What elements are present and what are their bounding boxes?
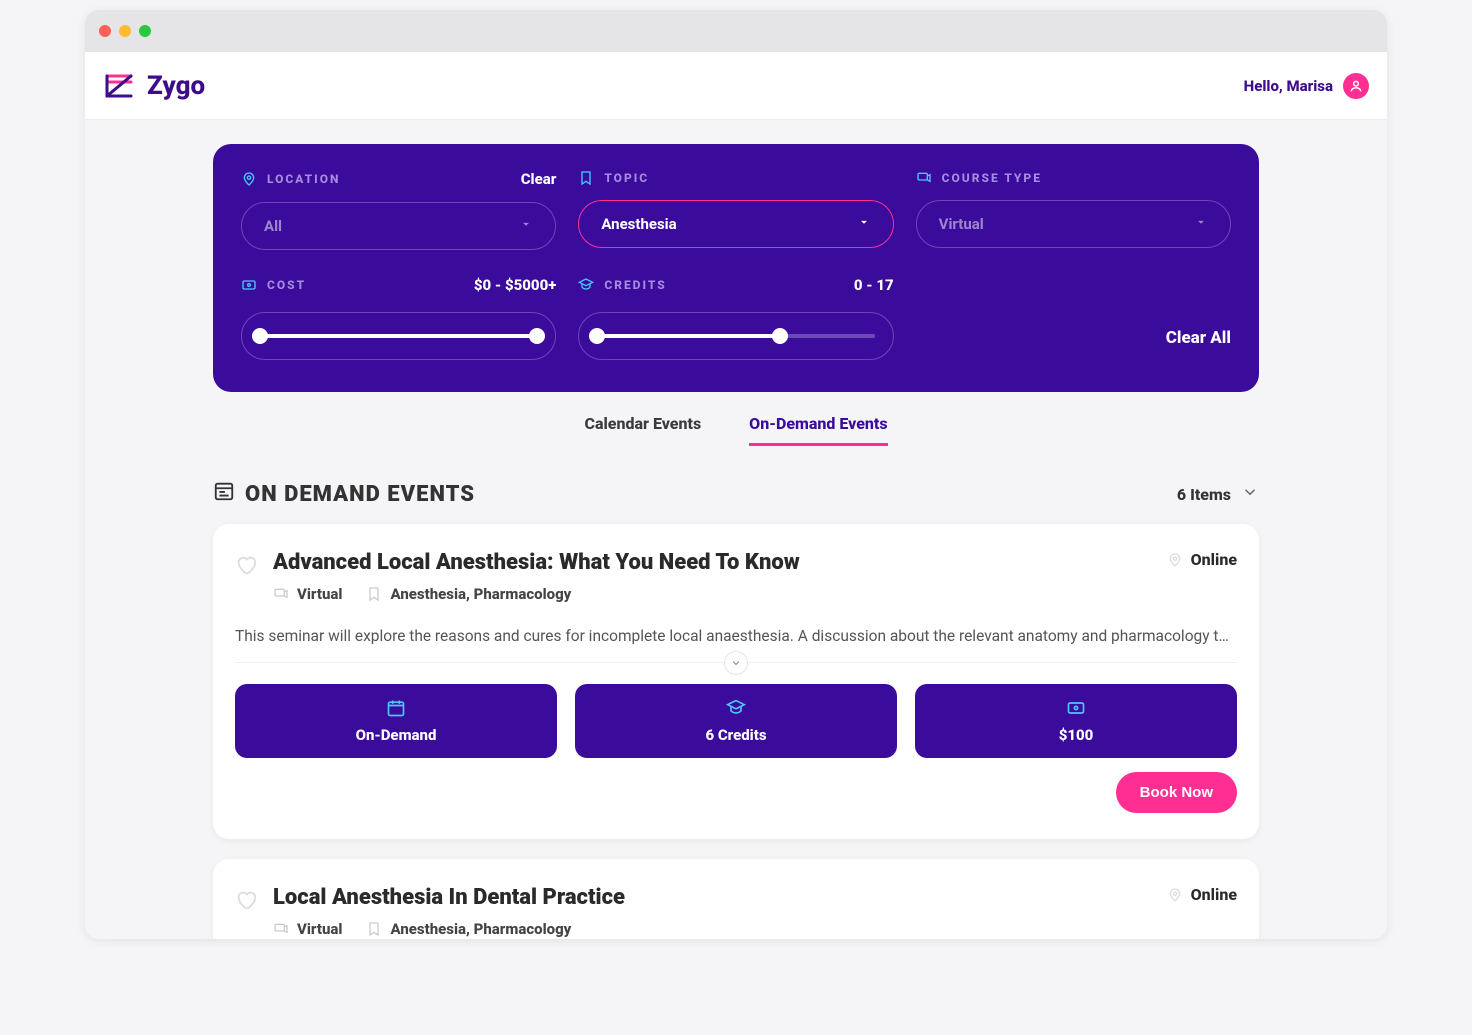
topic-select-value: Anesthesia — [601, 215, 676, 233]
clear-location-button[interactable]: Clear — [521, 170, 557, 188]
cost-slider[interactable] — [241, 312, 556, 360]
money-icon — [1066, 698, 1086, 718]
event-format: Virtual — [297, 585, 342, 603]
location-select-value: All — [264, 217, 282, 235]
location-icon — [1167, 552, 1183, 568]
book-now-button[interactable]: Book Now — [1116, 772, 1237, 813]
favorite-button[interactable] — [235, 889, 257, 911]
pill-credits-text: 6 Credits — [705, 726, 766, 744]
filter-cost-label: COST — [267, 278, 306, 292]
chevron-down-icon — [857, 215, 871, 233]
topic-select[interactable]: Anesthesia — [578, 200, 893, 248]
user-area[interactable]: Hello, Marisa — [1244, 73, 1369, 99]
favorite-button[interactable] — [235, 554, 257, 576]
location-icon — [241, 171, 257, 187]
event-topics: Anesthesia, Pharmacology — [390, 585, 571, 603]
calendar-icon — [386, 698, 406, 718]
credits-slider[interactable] — [578, 312, 893, 360]
course-type-select[interactable]: Virtual — [916, 200, 1231, 248]
pill-cost-text: $100 — [1059, 726, 1094, 744]
cost-icon — [241, 277, 257, 293]
event-location: Online — [1191, 550, 1237, 569]
event-title: Local Anesthesia In Dental Practice — [273, 885, 625, 910]
brand-name: Zygo — [147, 71, 205, 101]
filter-course-type-label: COURSE TYPE — [942, 171, 1042, 185]
filter-credits-label: CREDITS — [604, 278, 666, 292]
chevron-down-icon — [519, 217, 533, 235]
event-location: Online — [1191, 885, 1237, 904]
cost-range-value: $0 - $5000+ — [474, 276, 556, 294]
graduation-icon — [726, 698, 746, 718]
filter-topic-label: TOPIC — [604, 171, 649, 185]
filter-credits: CREDITS 0 - 17 — [578, 276, 893, 360]
maximize-window-button[interactable] — [139, 25, 151, 37]
avatar-icon — [1343, 73, 1369, 99]
pill-schedule: On-Demand — [235, 684, 557, 758]
event-description: This seminar will explore the reasons an… — [235, 625, 1237, 648]
event-card: Advanced Local Anesthesia: What You Need… — [213, 524, 1259, 839]
pill-schedule-text: On-Demand — [356, 726, 437, 744]
pill-cost: $100 — [915, 684, 1237, 758]
tab-on-demand-events[interactable]: On-Demand Events — [749, 414, 887, 446]
close-window-button[interactable] — [99, 25, 111, 37]
logo-icon — [103, 70, 135, 102]
cost-slider-max-knob[interactable] — [529, 328, 545, 344]
location-icon — [1167, 887, 1183, 903]
minimize-window-button[interactable] — [119, 25, 131, 37]
location-select[interactable]: All — [241, 202, 556, 250]
virtual-icon — [273, 586, 289, 602]
course-type-icon — [916, 170, 932, 186]
section-title: ON DEMAND EVENTS — [245, 482, 475, 507]
credits-slider-min-knob[interactable] — [589, 328, 605, 344]
expand-button[interactable] — [724, 651, 748, 675]
section-header: ON DEMAND EVENTS 6 Items — [213, 480, 1259, 508]
tab-calendar-events[interactable]: Calendar Events — [584, 414, 701, 446]
app-header: Zygo Hello, Marisa — [85, 52, 1387, 120]
titlebar — [85, 10, 1387, 52]
user-greeting: Hello, Marisa — [1244, 77, 1333, 95]
virtual-icon — [273, 921, 289, 937]
chevron-down-icon — [1194, 215, 1208, 233]
filter-location-label: LOCATION — [267, 172, 340, 186]
items-count-label: 6 Items — [1177, 485, 1231, 504]
clear-all-button[interactable]: Clear All — [916, 328, 1231, 360]
view-tabs: Calendar Events On-Demand Events — [213, 414, 1259, 446]
bookmark-icon — [578, 170, 594, 186]
event-format: Virtual — [297, 920, 342, 938]
filter-course-type: COURSE TYPE Virtual — [916, 170, 1231, 250]
course-type-select-value: Virtual — [939, 215, 984, 233]
filter-topic: TOPIC Anesthesia — [578, 170, 893, 250]
filter-location: LOCATION Clear All — [241, 170, 556, 250]
filter-panel: LOCATION Clear All — [213, 144, 1259, 392]
chevron-down-icon — [1241, 483, 1259, 505]
event-card: Local Anesthesia In Dental Practice Virt… — [213, 859, 1259, 939]
brand[interactable]: Zygo — [103, 70, 205, 102]
credits-range-value: 0 - 17 — [854, 276, 894, 294]
filter-cost: COST $0 - $5000+ — [241, 276, 556, 360]
credits-slider-max-knob[interactable] — [772, 328, 788, 344]
pill-credits: 6 Credits — [575, 684, 897, 758]
event-title: Advanced Local Anesthesia: What You Need… — [273, 550, 800, 575]
content: LOCATION Clear All — [85, 120, 1387, 939]
credits-icon — [578, 277, 594, 293]
bookmark-icon — [366, 586, 382, 602]
cost-slider-min-knob[interactable] — [252, 328, 268, 344]
items-count-dropdown[interactable]: 6 Items — [1177, 483, 1259, 505]
calendar-list-icon — [213, 480, 235, 508]
app-window: Zygo Hello, Marisa LO — [85, 10, 1387, 939]
event-topics: Anesthesia, Pharmacology — [390, 920, 571, 938]
bookmark-icon — [366, 921, 382, 937]
